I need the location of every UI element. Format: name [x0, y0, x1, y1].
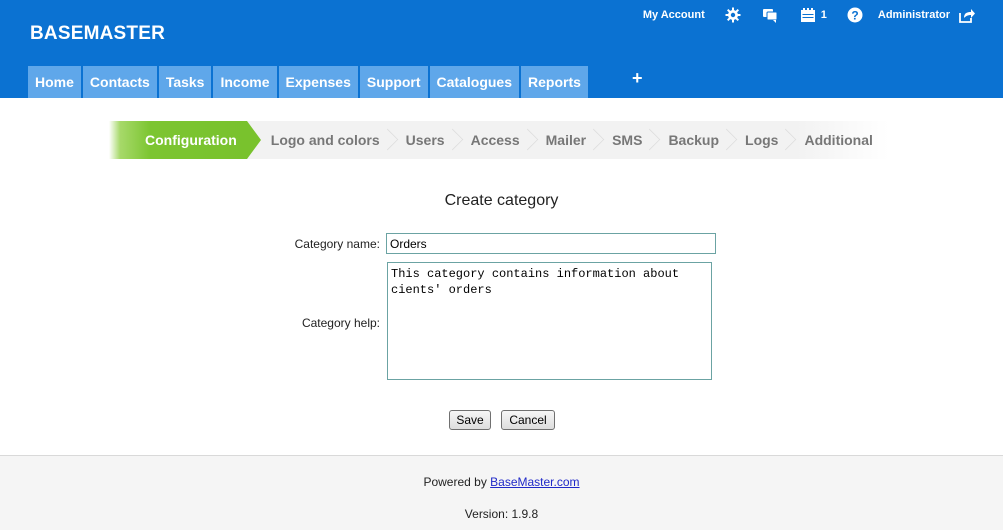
powered-by-text: Powered by — [423, 475, 491, 489]
step-logo-and-colors[interactable]: Logo and colors — [247, 121, 392, 159]
form-title: Create category — [444, 192, 559, 209]
tab-reports[interactable]: Reports — [521, 66, 588, 98]
category-name-label: Category name: — [294, 237, 380, 251]
basemaster-link[interactable]: BaseMaster.com — [490, 475, 579, 489]
tab-catalogues[interactable]: Catalogues — [429, 66, 519, 98]
tab-expenses[interactable]: Expenses — [278, 66, 358, 98]
category-help-label: Category help: — [301, 316, 380, 330]
user-name[interactable]: Administrator — [878, 9, 950, 21]
save-button[interactable]: Save — [449, 410, 491, 430]
step-logs[interactable]: Logs — [731, 121, 790, 159]
logout-button[interactable] — [959, 7, 975, 23]
step-backup[interactable]: Backup — [654, 121, 731, 159]
help-icon: ? — [847, 7, 863, 23]
version-text: Version: 1.9.8 — [464, 507, 539, 521]
messages-button[interactable] — [762, 7, 778, 23]
powered-by-line: Powered by BaseMaster.com — [0, 475, 1003, 489]
calendar-icon — [800, 7, 816, 23]
main-nav: Home Contacts Tasks Income Expenses Supp… — [28, 66, 590, 98]
svg-text:?: ? — [851, 9, 858, 23]
brand-logo[interactable]: BASEMASTER — [30, 23, 165, 45]
app-header: BASEMASTER My Account 1 ? Administrator … — [0, 0, 1003, 98]
gear-icon — [725, 7, 741, 23]
settings-button[interactable] — [725, 7, 741, 23]
top-toolbar: My Account 1 ? Administrator — [643, 6, 975, 24]
step-access[interactable]: Access — [457, 121, 532, 159]
tab-support[interactable]: Support — [359, 66, 428, 98]
logout-icon — [959, 7, 975, 23]
help-button[interactable]: ? — [847, 7, 863, 23]
category-help-textarea[interactable]: This category contains information about… — [387, 262, 712, 380]
settings-steps: Configuration Logo and colors Users Acce… — [109, 121, 889, 159]
step-sms[interactable]: SMS — [598, 121, 654, 159]
tab-income[interactable]: Income — [213, 66, 277, 98]
step-configuration[interactable]: Configuration — [109, 121, 261, 159]
tab-contacts[interactable]: Contacts — [82, 66, 157, 98]
my-account-link[interactable]: My Account — [643, 9, 705, 21]
calendar-count-badge: 1 — [820, 9, 827, 21]
page-footer: Powered by BaseMaster.com Version: 1.9.8 — [0, 455, 1003, 530]
category-name-input[interactable] — [386, 233, 716, 254]
tab-tasks[interactable]: Tasks — [158, 66, 212, 98]
tab-home[interactable]: Home — [28, 66, 81, 98]
step-additional[interactable]: Additional — [790, 121, 884, 159]
add-tab-button[interactable]: + — [632, 68, 643, 89]
cancel-button[interactable]: Cancel — [501, 410, 555, 430]
calendar-button[interactable]: 1 — [800, 7, 827, 23]
step-mailer[interactable]: Mailer — [532, 121, 598, 159]
step-users[interactable]: Users — [392, 121, 457, 159]
chat-icon — [762, 7, 778, 23]
